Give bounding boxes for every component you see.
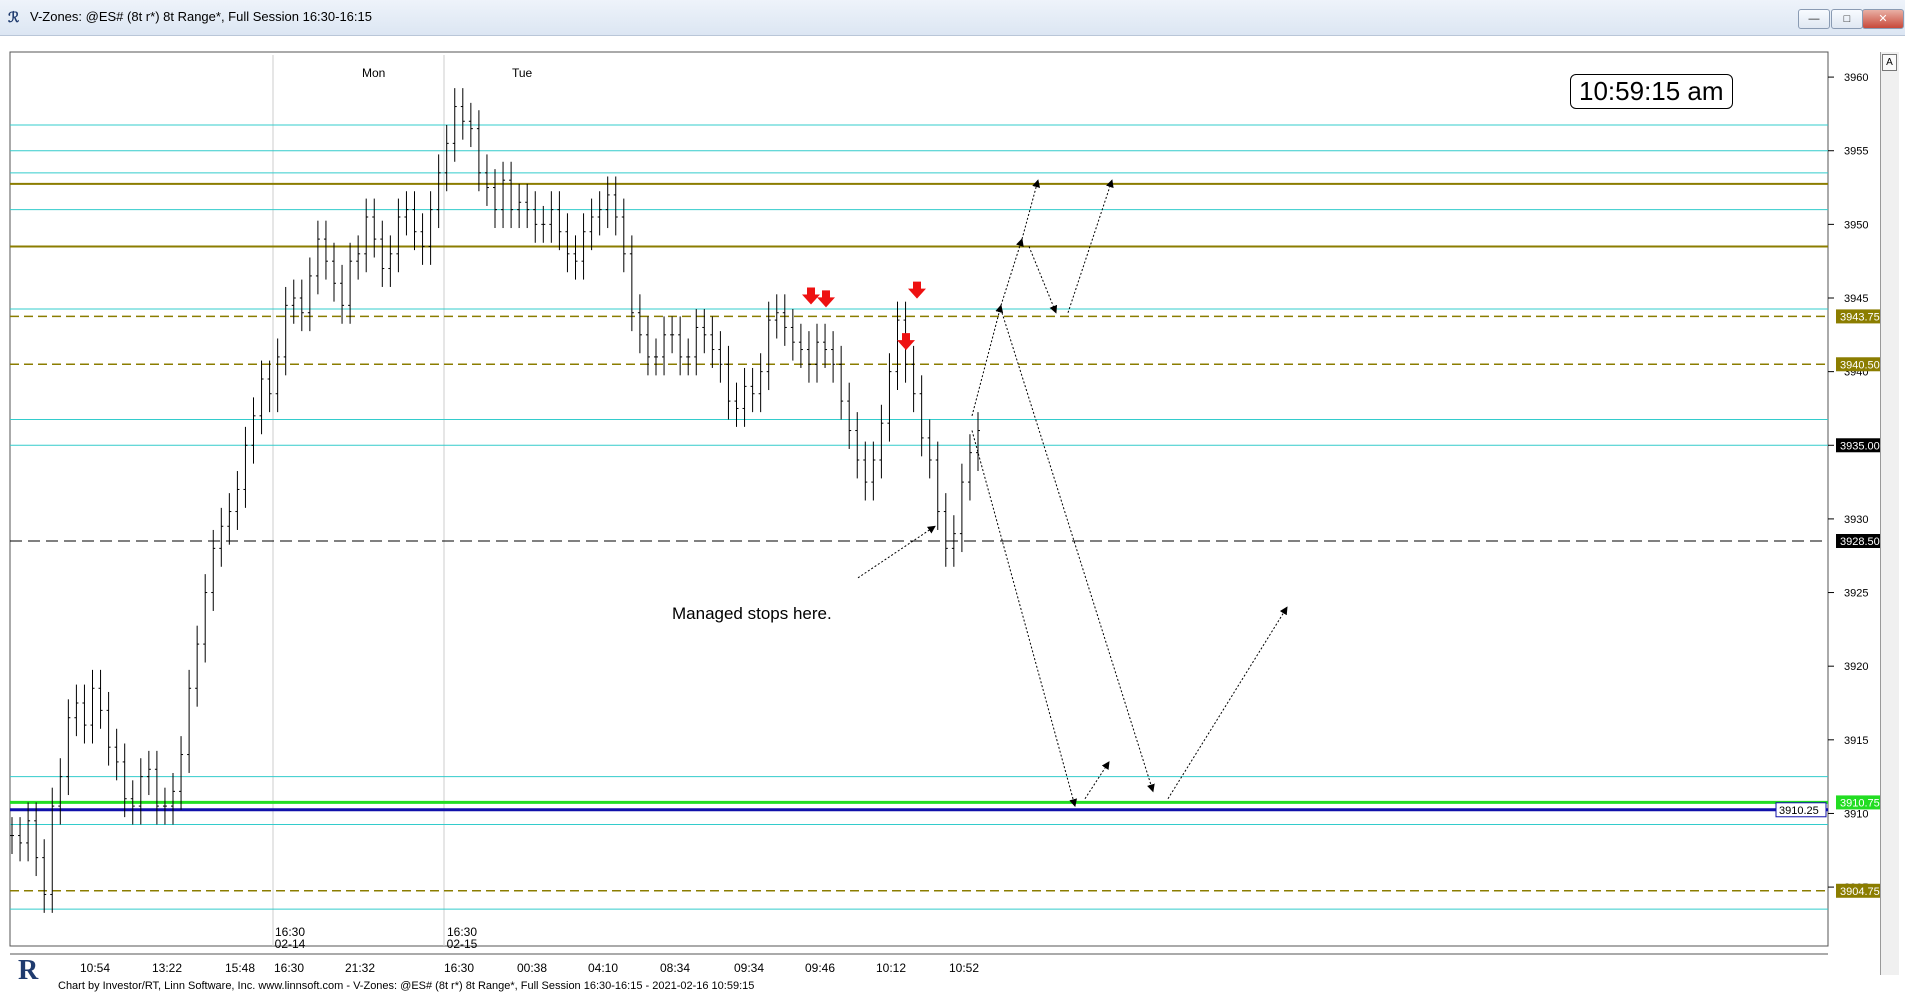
x-tick-label: 09:46 [805, 961, 835, 975]
projection-arrow [1167, 606, 1288, 799]
clock-display: 10:59:15 am [1570, 74, 1733, 109]
inline-price-text: 3910.25 [1779, 805, 1819, 817]
y-tick-label: 3910 [1844, 808, 1868, 820]
sell-arrow-icon [897, 333, 915, 351]
chart-footer: Chart by Investor/RT, Linn Software, Inc… [58, 980, 755, 992]
sell-arrow-icon [908, 281, 926, 299]
projection-arrow [857, 525, 936, 579]
y-tick-label: 3920 [1844, 661, 1868, 673]
x-tick-label: 13:22 [152, 961, 182, 975]
y-tick-label: 3930 [1844, 514, 1868, 526]
session-date-label: 02-15 [447, 937, 478, 951]
day-label-mon: Mon [362, 66, 386, 80]
x-tick-label: 10:12 [876, 961, 906, 975]
session-date-label: 02-14 [275, 937, 306, 951]
plot-frame [9, 51, 1829, 947]
x-tick-label: 09:34 [734, 961, 764, 975]
x-tick-label: 10:54 [80, 961, 110, 975]
investor-rt-logo: R [18, 955, 39, 986]
projection-arrow [1001, 312, 1155, 793]
price-bars [10, 88, 980, 913]
day-label-tue: Tue [512, 66, 533, 80]
annotation-text: Managed stops here. [672, 604, 832, 623]
sell-arrow-icon [817, 290, 835, 308]
x-tick-label: 16:30 [444, 961, 474, 975]
x-tick-label: 16:30 [274, 961, 304, 975]
vertical-scrollbar[interactable] [1880, 52, 1899, 975]
y-tick-label: 3925 [1844, 588, 1868, 600]
auto-scale-button[interactable]: A [1882, 54, 1897, 71]
y-tick-label: 3960 [1844, 72, 1868, 84]
y-tick-label: 3915 [1844, 735, 1868, 747]
x-tick-label: 04:10 [588, 961, 618, 975]
sell-arrow-icon [802, 287, 820, 305]
projection-arrow [971, 430, 1078, 808]
projection-arrow [971, 304, 1004, 416]
x-tick-label: 00:38 [517, 961, 547, 975]
price-chart[interactable]: 3905391039153920392539303935394039453950… [0, 0, 1905, 1001]
y-tick-label: 3950 [1844, 219, 1868, 231]
projection-arrow [1084, 761, 1110, 800]
projection-arrow [1028, 246, 1058, 314]
x-tick-label: 10:52 [949, 961, 979, 975]
x-tick-label: 08:34 [660, 961, 690, 975]
x-tick-label: 15:48 [225, 961, 255, 975]
y-tick-label: 3955 [1844, 146, 1868, 158]
y-tick-label: 3945 [1844, 293, 1868, 305]
price-label-text: 3928.50 [1840, 536, 1880, 548]
projection-arrow [1000, 238, 1024, 306]
price-label-text: 3943.75 [1840, 311, 1880, 323]
price-label-text: 3935.00 [1840, 440, 1880, 452]
price-label-text: 3910.75 [1840, 797, 1880, 809]
price-label-text: 3940.50 [1840, 359, 1880, 371]
x-tick-label: 21:32 [345, 961, 375, 975]
price-label-text: 3904.75 [1840, 886, 1880, 898]
